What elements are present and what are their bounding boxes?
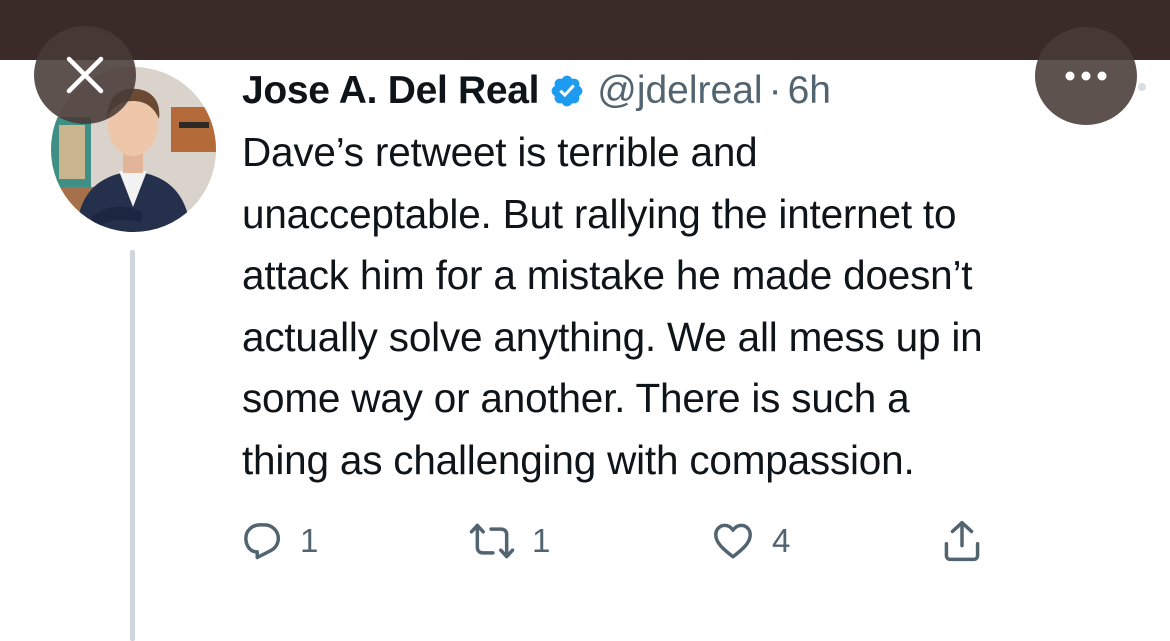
verified-badge-icon (549, 73, 585, 109)
like-button[interactable]: 4 (710, 516, 790, 566)
close-button[interactable] (34, 26, 136, 124)
share-icon (940, 518, 984, 564)
timestamp[interactable]: 6h (788, 66, 831, 116)
retweet-icon (468, 519, 516, 563)
share-button[interactable] (940, 516, 984, 566)
reply-icon (240, 519, 284, 563)
retweet-button[interactable]: 1 (468, 516, 550, 566)
tweet-text: Dave’s retweet is terrible and unaccepta… (242, 129, 983, 483)
author-handle[interactable]: @jdelreal (597, 66, 762, 116)
tweet-header: Jose A. Del Real @jdelreal · 6h (242, 66, 831, 116)
more-icon (1064, 70, 1108, 82)
heart-icon (710, 519, 756, 563)
more-options-button[interactable] (1035, 27, 1137, 125)
thread-line (130, 250, 135, 641)
reply-count: 1 (300, 522, 319, 559)
like-count: 4 (772, 522, 791, 559)
retweet-count: 1 (532, 522, 551, 559)
reply-button[interactable]: 1 (240, 516, 318, 566)
author-name[interactable]: Jose A. Del Real (242, 66, 540, 116)
separator-dot: · (768, 69, 782, 112)
caret-dot (1138, 83, 1146, 91)
close-icon (65, 55, 105, 95)
top-bar (0, 0, 1170, 60)
